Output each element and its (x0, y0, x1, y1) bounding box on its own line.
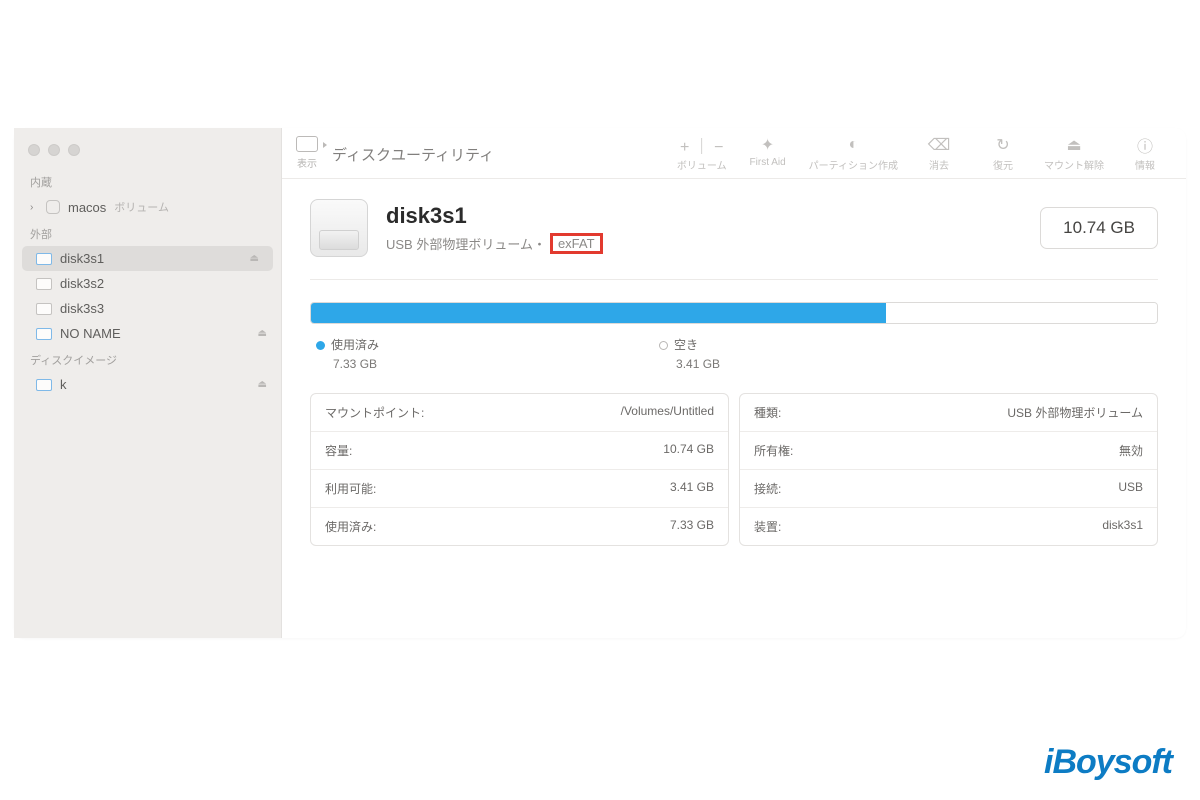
erase-icon: ⌫ (928, 136, 951, 154)
usage-bar-used (311, 303, 886, 323)
info-grid: マウントポイント:/Volumes/Untitled 容量:10.74 GB 利… (310, 393, 1158, 546)
eject-icon[interactable]: ⏏ (250, 253, 259, 264)
info-row: 種類:USB 外部物理ボリューム (740, 394, 1157, 432)
pie-icon: ◐ (848, 136, 858, 154)
zoom-icon[interactable] (68, 144, 80, 156)
content: disk3s1 USB 外部物理ボリューム・ exFAT 10.74 GB 使用… (282, 179, 1186, 638)
info-row: 利用可能:3.41 GB (311, 470, 728, 508)
sidebar-item-label: disk3s2 (60, 276, 104, 291)
dot-icon (659, 341, 668, 350)
sidebar-item-suffix: ボリューム (114, 199, 169, 215)
sidebar-toggle-icon (296, 136, 318, 152)
volume-icon (310, 199, 368, 257)
external-disk-icon (36, 303, 52, 315)
window-title: ディスクユーティリティ (332, 144, 494, 165)
sidebar-item-disk3s3[interactable]: disk3s3 (14, 296, 281, 321)
disk-image-icon (36, 379, 52, 391)
chevron-right-icon: › (30, 202, 38, 213)
filesystem-badge: exFAT (550, 233, 603, 254)
usage-bar-free (886, 303, 1157, 323)
sidebar-section-internal: 内蔵 (14, 168, 281, 194)
view-label: 表示 (297, 155, 317, 170)
sidebar-item-k[interactable]: k ⏏ (14, 372, 281, 397)
sidebar: 内蔵 › macos ボリューム 外部 disk3s1 ⏏ disk3s2 di… (14, 128, 282, 638)
capacity-badge: 10.74 GB (1040, 207, 1158, 249)
plus-minus-icon: + ｜ − (680, 136, 724, 154)
usage-legend: 使用済み 7.33 GB 空き 3.41 GB (310, 336, 1158, 393)
sidebar-section-external: 外部 (14, 220, 281, 246)
sidebar-item-label: macos (68, 200, 106, 215)
sidebar-item-label: NO NAME (60, 326, 121, 341)
toolbar-unmount-button[interactable]: ⏏ マウント解除 (1044, 136, 1104, 172)
info-column-left: マウントポイント:/Volumes/Untitled 容量:10.74 GB 利… (310, 393, 729, 546)
info-row: マウントポイント:/Volumes/Untitled (311, 394, 728, 432)
sidebar-item-label: disk3s1 (60, 251, 104, 266)
eject-icon[interactable]: ⏏ (258, 328, 267, 339)
dot-icon (316, 341, 325, 350)
sidebar-section-diskimage: ディスクイメージ (14, 346, 281, 372)
watermark: iBoysoft (1044, 743, 1172, 782)
eject-icon[interactable]: ⏏ (258, 379, 267, 390)
toolbar-info-button[interactable]: ⓘ 情報 (1122, 136, 1168, 172)
volume-header: disk3s1 USB 外部物理ボリューム・ exFAT 10.74 GB (310, 199, 1158, 257)
info-row: 接続:USB (740, 470, 1157, 508)
info-row: 装置:disk3s1 (740, 508, 1157, 545)
sidebar-item-disk3s2[interactable]: disk3s2 (14, 271, 281, 296)
restore-icon: ↻ (996, 136, 1009, 154)
info-row: 所有権:無効 (740, 432, 1157, 470)
toolbar-partition-button[interactable]: ◐ パーティション作成 (809, 136, 898, 172)
main-panel: 表示 ディスクユーティリティ + ｜ − ボリューム ✦ First Aid ◐… (282, 128, 1186, 638)
info-column-right: 種類:USB 外部物理ボリューム 所有権:無効 接続:USB 装置:disk3s… (739, 393, 1158, 546)
external-disk-icon (36, 278, 52, 290)
minimize-icon[interactable] (48, 144, 60, 156)
view-menu[interactable]: 表示 (296, 136, 318, 170)
info-row: 容量:10.74 GB (311, 432, 728, 470)
external-disk-icon (36, 328, 52, 340)
disk-utility-window: 内蔵 › macos ボリューム 外部 disk3s1 ⏏ disk3s2 di… (14, 128, 1186, 638)
close-icon[interactable] (28, 144, 40, 156)
volume-group-icon (46, 200, 60, 214)
volume-name: disk3s1 (386, 203, 1022, 229)
toolbar-firstaid-button[interactable]: ✦ First Aid (745, 136, 791, 168)
sidebar-item-label: disk3s3 (60, 301, 104, 316)
sidebar-item-disk3s1[interactable]: disk3s1 ⏏ (22, 246, 273, 271)
toolbar-restore-button[interactable]: ↻ 復元 (980, 136, 1026, 172)
legend-used: 使用済み 7.33 GB (316, 336, 379, 371)
legend-free: 空き 3.41 GB (659, 336, 720, 371)
sidebar-item-label: k (60, 377, 67, 392)
window-controls[interactable] (14, 136, 281, 168)
divider (310, 279, 1158, 280)
sidebar-item-macos[interactable]: › macos ボリューム (14, 194, 281, 220)
toolbar-volume-button[interactable]: + ｜ − ボリューム (677, 136, 727, 172)
external-disk-icon (36, 253, 52, 265)
sidebar-item-noname[interactable]: NO NAME ⏏ (14, 321, 281, 346)
toolbar: 表示 ディスクユーティリティ + ｜ − ボリューム ✦ First Aid ◐… (282, 128, 1186, 179)
toolbar-erase-button[interactable]: ⌫ 消去 (916, 136, 962, 172)
info-row: 使用済み:7.33 GB (311, 508, 728, 545)
stethoscope-icon: ✦ (761, 136, 774, 154)
volume-subtitle: USB 外部物理ボリューム・ exFAT (386, 233, 1022, 254)
unmount-icon: ⏏ (1066, 136, 1081, 154)
info-icon: ⓘ (1137, 136, 1153, 154)
usage-bar (310, 302, 1158, 324)
